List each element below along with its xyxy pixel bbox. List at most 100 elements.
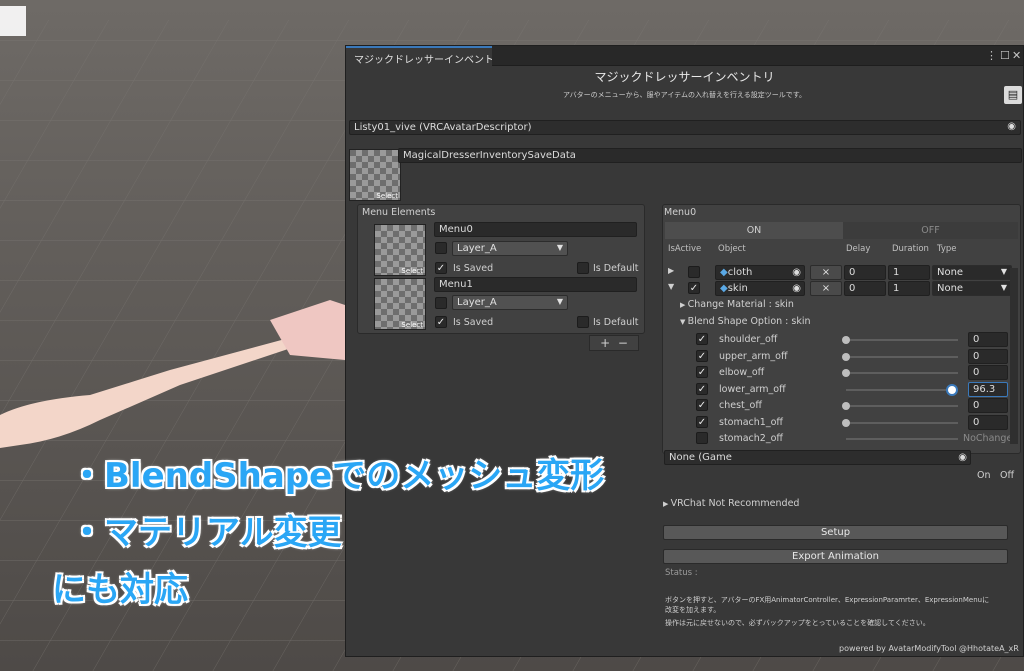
cloth-active-checkbox[interactable] bbox=[688, 266, 700, 278]
skin-duration-field[interactable]: 1 bbox=[888, 281, 930, 296]
setup-button[interactable]: Setup bbox=[663, 525, 1008, 540]
remove-button[interactable]: − bbox=[618, 336, 628, 350]
blendshape-slider-track[interactable] bbox=[846, 372, 958, 374]
blendshape-slider-knob[interactable] bbox=[947, 385, 956, 394]
scrollbar[interactable] bbox=[1010, 268, 1018, 444]
menu1-layer: Layer_A bbox=[457, 297, 497, 308]
menu1-thumbnail[interactable]: Select bbox=[374, 278, 426, 330]
blendshape-checkbox[interactable]: ✓ bbox=[696, 415, 708, 428]
blendshape-slider-track[interactable] bbox=[846, 421, 958, 424]
credit-label: powered by AvatarModifyTool @HhotateA_xR bbox=[839, 644, 1019, 653]
blendshape-value-field[interactable]: 0 bbox=[968, 365, 1008, 380]
blendshape-slider-knob[interactable] bbox=[842, 352, 850, 361]
menu0-is-saved-label: Is Saved bbox=[453, 263, 494, 274]
chevron-down-icon: ▼ bbox=[1000, 283, 1007, 292]
blendshape-value-field[interactable]: 0 bbox=[968, 348, 1008, 364]
add-button[interactable]: + bbox=[600, 336, 610, 350]
blendshape-slider-knob[interactable] bbox=[842, 418, 850, 427]
foldout-right-icon[interactable]: ▶ bbox=[668, 266, 674, 275]
blendshape-slider-track[interactable] bbox=[846, 405, 958, 407]
menu0-is-default-checkbox[interactable] bbox=[577, 262, 589, 274]
save-data-label: MagicalDresserInventorySaveData bbox=[403, 150, 576, 161]
kebab-menu-icon[interactable]: ⋮ bbox=[986, 49, 997, 62]
blendshape-checkbox[interactable]: ✓ bbox=[696, 399, 708, 411]
menu1-is-default-label: Is Default bbox=[593, 317, 639, 328]
blendshape-slider-track[interactable] bbox=[846, 355, 958, 358]
maximize-icon[interactable]: ☐ bbox=[1000, 49, 1010, 62]
tab-off[interactable]: OFF bbox=[843, 222, 1018, 239]
menu1-is-default-checkbox[interactable] bbox=[577, 316, 589, 328]
menu0-layer-dropdown[interactable]: Layer_A ▼ bbox=[452, 241, 568, 256]
export-animation-button[interactable]: Export Animation bbox=[663, 549, 1008, 564]
menu0-thumbnail[interactable]: Select bbox=[374, 224, 426, 276]
blendshape-slider-track[interactable] bbox=[846, 438, 958, 440]
skin-object-field[interactable]: ◆skin ◉ bbox=[715, 281, 805, 296]
object-picker-icon[interactable]: ◉ bbox=[1007, 121, 1016, 132]
blendshape-slider-knob[interactable] bbox=[842, 402, 850, 410]
blendshape-value-field[interactable]: 96.3 bbox=[968, 381, 1008, 397]
blendshape-checkbox[interactable]: ✓ bbox=[696, 333, 708, 345]
window-tab[interactable]: マジックドレッサーインベントリ(M... bbox=[346, 46, 492, 66]
menu1-layer-dropdown[interactable]: Layer_A ▼ bbox=[452, 295, 568, 310]
blendshape-value-label: NoChange bbox=[963, 433, 1013, 444]
menu1-name-field[interactable]: Menu1 bbox=[434, 277, 637, 292]
skin-delay-field[interactable]: 0 bbox=[844, 281, 886, 296]
skin-remove-button[interactable]: × bbox=[810, 281, 842, 296]
change-material-foldout[interactable]: ▶ Change Material : skin bbox=[680, 299, 794, 310]
menu0-name: Menu0 bbox=[439, 224, 473, 235]
blend-shape-foldout[interactable]: ▼ Blend Shape Option : skin bbox=[680, 316, 811, 327]
blendshape-name: lower_arm_off bbox=[719, 383, 786, 395]
menu1-select-label: Select bbox=[401, 321, 423, 329]
save-data-thumbnail[interactable]: Select bbox=[349, 149, 401, 201]
blendshape-slider-knob[interactable] bbox=[842, 369, 850, 377]
note-line1b: 改変を加えます。 bbox=[665, 606, 721, 614]
save-data-field[interactable]: MagicalDresserInventorySaveData bbox=[398, 148, 1022, 163]
menu1-is-saved-checkbox[interactable]: ✓ bbox=[435, 316, 447, 328]
blendshape-slider-track[interactable] bbox=[846, 339, 958, 341]
on-label[interactable]: On bbox=[977, 470, 991, 481]
editor-window: マジックドレッサーインベントリ(M... ⋮ ☐ ✕ マジックドレッサーインベン… bbox=[345, 45, 1024, 657]
blendshape-slider-track[interactable] bbox=[846, 388, 958, 391]
cloth-remove-button[interactable]: × bbox=[810, 265, 842, 280]
cloth-duration-field[interactable]: 1 bbox=[888, 265, 930, 280]
cloth-type-dropdown[interactable]: None ▼ bbox=[932, 265, 1012, 280]
skin-active-checkbox[interactable]: ✓ bbox=[688, 282, 700, 294]
object-picker-icon[interactable]: ◉ bbox=[792, 267, 801, 278]
cloth-type: None bbox=[937, 267, 964, 278]
menu0-name-field[interactable]: Menu0 bbox=[434, 222, 637, 237]
page-description: アバターのメニューから、服やアイテムの入れ替えを行える設定ツールです。 bbox=[562, 91, 807, 99]
blendshape-value-field[interactable]: 0 bbox=[968, 332, 1008, 347]
col-type: Type bbox=[937, 244, 957, 254]
avatar-field[interactable]: Listy01_vive (VRCAvatarDescriptor) ◉ bbox=[349, 120, 1021, 135]
blendshape-checkbox[interactable]: ✓ bbox=[696, 349, 708, 362]
note-line1: ボタンを押すと、アバターのFX用AnimatorController、Expre… bbox=[665, 596, 990, 604]
gameobject-field[interactable]: None (Game ◉ bbox=[664, 450, 971, 465]
skin-type-dropdown[interactable]: None ▼ bbox=[932, 281, 1012, 296]
close-icon[interactable]: ✕ bbox=[1012, 49, 1021, 62]
blendshape-value-field[interactable]: 0 bbox=[968, 414, 1008, 430]
thumb-select-label: Select bbox=[376, 192, 398, 200]
note-line2: 操作は元に戻せないので、必ずバックアップをとっていることを確認してください。 bbox=[665, 619, 930, 627]
col-duration: Duration bbox=[892, 244, 929, 254]
vrchat-foldout[interactable]: ▶ VRChat Not Recommended bbox=[663, 498, 799, 509]
cloth-object-field[interactable]: ◆cloth ◉ bbox=[715, 265, 805, 280]
menu0-is-saved-checkbox[interactable]: ✓ bbox=[435, 262, 447, 274]
foldout-down-icon: ▼ bbox=[680, 318, 688, 326]
foldout-down-icon[interactable]: ▼ bbox=[668, 282, 674, 291]
blendshape-checkbox[interactable] bbox=[696, 432, 708, 444]
object-picker-icon[interactable]: ◉ bbox=[958, 452, 967, 463]
cloth-delay-field[interactable]: 0 bbox=[844, 265, 886, 280]
document-icon[interactable]: ▤ bbox=[1004, 86, 1022, 104]
blendshape-checkbox[interactable]: ✓ bbox=[696, 366, 708, 378]
add-remove-buttons: + − bbox=[589, 335, 639, 351]
object-picker-icon[interactable]: ◉ bbox=[792, 283, 801, 294]
blendshape-slider-knob[interactable] bbox=[842, 336, 850, 344]
tab-on[interactable]: ON bbox=[665, 222, 843, 239]
status-label: Status : bbox=[665, 568, 698, 578]
menu0-toggle-checkbox[interactable] bbox=[435, 242, 447, 254]
blendshape-checkbox[interactable]: ✓ bbox=[696, 382, 708, 395]
off-label[interactable]: Off bbox=[1000, 470, 1014, 481]
blendshape-value-field[interactable]: 0 bbox=[968, 398, 1008, 413]
menu1-toggle-checkbox[interactable] bbox=[435, 297, 447, 309]
mesh-icon: ◆ bbox=[720, 283, 728, 294]
